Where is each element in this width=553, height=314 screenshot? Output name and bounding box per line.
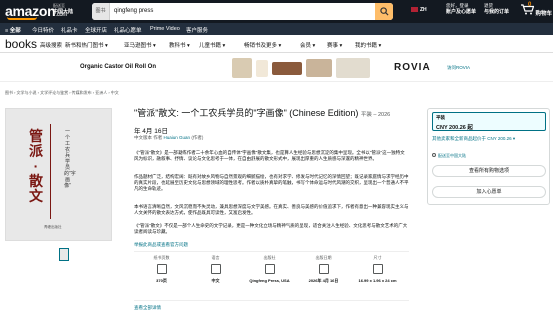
search-category-select[interactable]: 图书 <box>92 3 110 20</box>
author-line: 中文版本 作者 Huaiun Guan (作者) <box>134 135 204 140</box>
format-label: 平装 <box>436 115 445 120</box>
see-all-buying-options-button[interactable]: 查看所有购物选项 <box>432 165 546 177</box>
detail-pub-date: 出版日期 2026年 4月 16日 <box>308 255 339 283</box>
pages-icon <box>156 264 167 274</box>
search-button[interactable] <box>375 3 393 20</box>
returns-label: 退货 <box>484 3 493 8</box>
ad-product-image[interactable] <box>256 60 268 77</box>
ad-product-image[interactable] <box>232 58 252 78</box>
subnav-new-releases[interactable]: 新书和热门图书 ▾ <box>65 41 108 49</box>
nav-prime-video[interactable]: Prime Video <box>150 26 180 32</box>
deliver-to[interactable]: 配送至 中国大陆 <box>53 3 73 15</box>
description-paragraph: 《"管派"散文》不仅是一部个人生命史的文学记录，更是一种文化立场与精神气质的呈现… <box>134 223 408 234</box>
ad-product-image[interactable] <box>306 59 332 77</box>
cover-subtitle: 一个工农兵学员的"字画像" <box>64 129 76 189</box>
calendar-icon <box>318 264 329 274</box>
search-bar: 图书 qingfeng press <box>92 3 393 20</box>
books-subnav: books 高级搜索 新书和热门图书 ▾ 亚马逊图书 ▾ 教科书 ▾ 儿童书籍 … <box>0 35 553 53</box>
sponsored-banner[interactable]: Organic Castor Oil Roll On ROVIA 访问ROVIA <box>0 54 553 82</box>
detail-publisher: 出版社 Qingfeng Press, USA <box>249 255 290 283</box>
author-link[interactable]: Huaiun Guan <box>164 135 191 140</box>
detail-dimensions: 尺寸 16.99 x 1.96 x 24 cm <box>358 255 397 283</box>
ad-brand-logo[interactable]: ROVIA <box>394 62 431 73</box>
description-paragraph: 《"管派"散文》是一部凝练作者二十余年心血的自传体"字画像"散文集，也是算人生经… <box>134 150 405 161</box>
product-details-row: 纸书页数 370页 语言 中文 出版社 Qingfeng Press, USA … <box>134 251 409 301</box>
cover-title: 管派·散文 <box>29 128 43 204</box>
detail-pages: 纸书页数 370页 <box>153 255 170 283</box>
ad-product-text[interactable]: Organic Castor Oil Roll On <box>80 64 156 70</box>
ruler-icon <box>372 264 383 274</box>
subnav-amazon-books[interactable]: 亚马逊图书 ▾ <box>124 41 156 49</box>
nav-all[interactable]: ≡ 全部 <box>5 26 21 34</box>
add-to-list-button[interactable]: 加入心愿单 <box>432 186 546 198</box>
product-title-text: "管派"散文: 一个工农兵学员的"字画像" (Chinese Edition) <box>134 108 359 118</box>
book-cover-image[interactable]: 管派·散文 一个工农兵学员的"字画像" 青峰出版社 <box>5 108 112 241</box>
subnav-membership[interactable]: 会员 ▾ <box>300 41 315 49</box>
detail-language: 语言 中文 <box>210 255 221 283</box>
ad-visit-link[interactable]: 访问ROVIA <box>447 65 470 71</box>
nav-todays-deals[interactable]: 今日特价 <box>32 26 54 34</box>
subnav-my-books[interactable]: 我的书籍 ▾ <box>355 41 381 49</box>
all-details-link[interactable]: 查看全部详情 <box>134 305 161 311</box>
cover-thumbnail[interactable] <box>59 248 69 261</box>
description-paragraph: 作品题材广泛，结构宏阔：既有对故乡风物与自然景观的细腻描绘，也有对求学、修发与时… <box>134 174 409 191</box>
subnav-bestsellers[interactable]: 畅销书及更多 ▾ <box>244 41 281 49</box>
cart-count: 0 <box>528 2 532 8</box>
search-input[interactable]: qingfeng press <box>114 3 153 20</box>
nav-customer-service[interactable]: 客户服务 <box>186 26 208 34</box>
location-pin-icon <box>432 153 436 157</box>
cart-button[interactable]: 0 购物车 <box>520 2 553 17</box>
report-issue-link[interactable]: 举报此商品或查看官方问题 <box>134 242 188 248</box>
publisher-icon <box>264 264 275 274</box>
other-sellers-link[interactable]: 其他卖家和全新商品起价于 CNY 200.26 ▾ <box>432 136 515 142</box>
deliver-location: 中国大陆 <box>53 9 74 15</box>
product-title: "管派"散文: 一个工农兵学员的"字画像" (Chinese Edition) … <box>134 108 409 121</box>
nav-registry[interactable]: 礼品心愿单 <box>114 26 142 34</box>
ad-product-image[interactable] <box>336 58 370 78</box>
account-greeting: 您好，登录 <box>446 3 469 8</box>
search-icon <box>379 7 389 16</box>
amazon-smile-icon <box>7 17 37 20</box>
format-option-paperback[interactable]: 平装 CNY 200.26 起 <box>432 112 546 131</box>
breadcrumb[interactable]: 图书 › 文学与小说 › 文学评论与鉴赏 › 传媒和发布 › 亚洲人 › 中文 <box>5 90 119 96</box>
ad-product-image[interactable] <box>272 62 302 75</box>
top-header: amazon.com 配送至 中国大陆 图书 qingfeng press ZH… <box>0 0 553 23</box>
subnav-childrens-books[interactable]: 儿童书籍 ▾ <box>199 41 225 49</box>
account-menu[interactable]: 您好，登录 账户及心愿单 <box>446 3 476 15</box>
product-format: 平装 – 2026 <box>360 112 391 118</box>
cart-label: 购物车 <box>535 11 553 17</box>
cover-publisher: 青峰出版社 <box>44 225 62 229</box>
format-price: CNY 200.26 起 <box>436 125 473 131</box>
buy-box: 平装 CNY 200.26 起 其他卖家和全新商品起价于 CNY 200.26 … <box>427 108 550 205</box>
returns-orders[interactable]: 退货 与我的订单 <box>484 3 509 15</box>
publication-date: 年 4月 16日 <box>134 128 168 135</box>
language-selector[interactable]: ZH <box>411 7 427 13</box>
language-icon <box>210 264 221 274</box>
nav-gift-cards[interactable]: 礼品卡 <box>61 26 78 34</box>
subnav-textbooks[interactable]: 教科书 ▾ <box>169 41 190 49</box>
account-lists-label: 账户及心愿单 <box>446 9 477 15</box>
nav-sell[interactable]: 全球开店 <box>85 26 107 34</box>
cart-icon <box>521 4 535 15</box>
books-store-title[interactable]: books <box>5 37 37 51</box>
subnav-advanced-search[interactable]: 高级搜索 <box>40 41 62 49</box>
deliver-label: 配送至 <box>53 3 65 8</box>
description-paragraph: 本书语言清晰自然，文风沉稳而不失灵动，兼具思想深度与文学美感。在真实、善良与美感… <box>134 204 409 215</box>
flag-icon <box>411 7 418 13</box>
delivery-location-link[interactable]: 配送至中国大陆 <box>432 153 466 159</box>
subnav-events[interactable]: 赛事 ▾ <box>327 41 342 49</box>
orders-label: 与我的订单 <box>484 9 510 15</box>
cover-divider <box>50 124 51 219</box>
main-nav: ≡ 全部 今日特价 礼品卡 全球开店 礼品心愿单 Prime Video 客户服… <box>0 23 553 35</box>
